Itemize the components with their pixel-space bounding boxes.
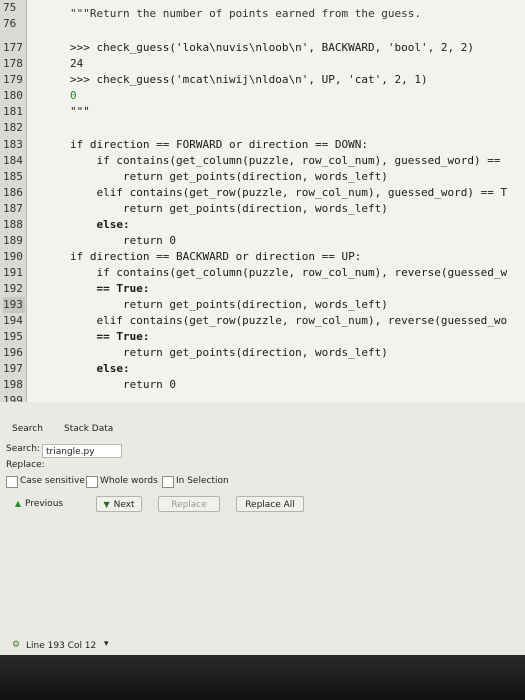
line-number: 188 [3, 218, 23, 231]
status-bar: ⚙ Line 193 Col 12 ▾ [0, 637, 525, 655]
replace-button[interactable]: Replace [158, 496, 220, 512]
next-button[interactable]: ▼ Next [96, 496, 142, 512]
code-line: else: [70, 362, 130, 375]
in-selection-checkbox[interactable] [162, 476, 174, 488]
line-number: 185 [3, 170, 23, 183]
line-number: 195 [3, 330, 23, 343]
line-number: 197 [3, 362, 23, 375]
case-sensitive-label: Case sensitive [20, 476, 85, 486]
line-number-current: 193 [3, 297, 25, 313]
tab-stack-data[interactable]: Stack Data [64, 424, 113, 434]
line-number: 187 [3, 202, 23, 215]
whole-words-label: Whole words [100, 476, 158, 486]
code-line: return get_points(direction, words_left) [70, 202, 388, 215]
line-number: 199 [3, 394, 23, 402]
previous-label: Previous [25, 499, 64, 509]
line-number: 178 [3, 57, 23, 70]
line-number: 196 [3, 346, 23, 359]
line-number: 194 [3, 314, 23, 327]
code-line: """ [70, 105, 90, 118]
code-line: """Return the number of points earned fr… [70, 7, 421, 20]
code-line: 0 [70, 89, 77, 102]
line-number: 192 [3, 282, 23, 295]
code-line: return 0 [70, 378, 176, 391]
line-number: 189 [3, 234, 23, 247]
arrow-down-icon: ▼ [103, 500, 110, 509]
line-number: 190 [3, 250, 23, 263]
code-line: >>> check_guess('loka\nuvis\nloob\n', BA… [70, 41, 474, 54]
gear-icon[interactable]: ⚙ [12, 640, 20, 650]
code-line: return get_points(direction, words_left) [70, 170, 388, 183]
line-number: 182 [3, 121, 23, 134]
code-line: else: [70, 218, 130, 231]
tab-search[interactable]: Search [12, 424, 43, 434]
code-line: elif contains(get_row(puzzle, row_col_nu… [70, 186, 508, 199]
replace-label: Replace: [6, 460, 45, 470]
line-number: 179 [3, 73, 23, 86]
code-line: == True: [70, 330, 150, 343]
photo-screen: 75 76 177 178 179 180 181 182 183 184 18… [0, 0, 525, 700]
replace-all-button[interactable]: Replace All [236, 496, 304, 512]
code-line: return get_points(direction, words_left) [70, 346, 388, 359]
line-number: 183 [3, 138, 23, 151]
line-number: 75 [3, 1, 17, 14]
line-number: 184 [3, 154, 23, 167]
arrow-up-icon: ▲ [14, 499, 22, 508]
search-input[interactable]: triangle.py [42, 444, 122, 458]
line-number: 181 [3, 105, 23, 118]
code-line: >>> check_guess('mcat\niwij\nldoa\n', UP… [70, 73, 428, 86]
code-line: if direction == BACKWARD or direction ==… [70, 250, 362, 263]
search-label: Search: [6, 444, 40, 454]
whole-words-checkbox[interactable] [86, 476, 98, 488]
code-line-current: return get_points(direction, words_left) [70, 298, 388, 311]
code-line: if contains(get_column(puzzle, row_col_n… [70, 154, 501, 167]
screen-bezel [0, 655, 525, 700]
line-number: 177 [3, 41, 23, 54]
in-selection-label: In Selection [176, 476, 229, 486]
code-line: 24 [70, 57, 84, 70]
line-number: 186 [3, 186, 23, 199]
replace-input[interactable] [42, 460, 45, 474]
code-line: elif contains(get_row(puzzle, row_col_nu… [70, 314, 508, 327]
line-number-gutter: 75 76 177 178 179 180 181 182 183 184 18… [0, 0, 27, 402]
case-sensitive-checkbox[interactable] [6, 476, 18, 488]
previous-button[interactable]: ▲ Previous [8, 496, 70, 512]
code-editor[interactable]: 75 76 177 178 179 180 181 182 183 184 18… [0, 0, 525, 402]
dropdown-icon[interactable]: ▾ [104, 639, 109, 649]
next-label: Next [113, 500, 135, 510]
line-number: 180 [3, 89, 23, 102]
cursor-position: Line 193 Col 12 [26, 641, 97, 651]
line-number: 76 [3, 17, 17, 30]
code-line: if contains(get_column(puzzle, row_col_n… [70, 266, 508, 279]
code-line: return 0 [70, 234, 176, 247]
line-number: 191 [3, 266, 23, 279]
line-number: 198 [3, 378, 23, 391]
code-line: if direction == FORWARD or direction == … [70, 138, 369, 151]
code-line: == True: [70, 282, 150, 295]
